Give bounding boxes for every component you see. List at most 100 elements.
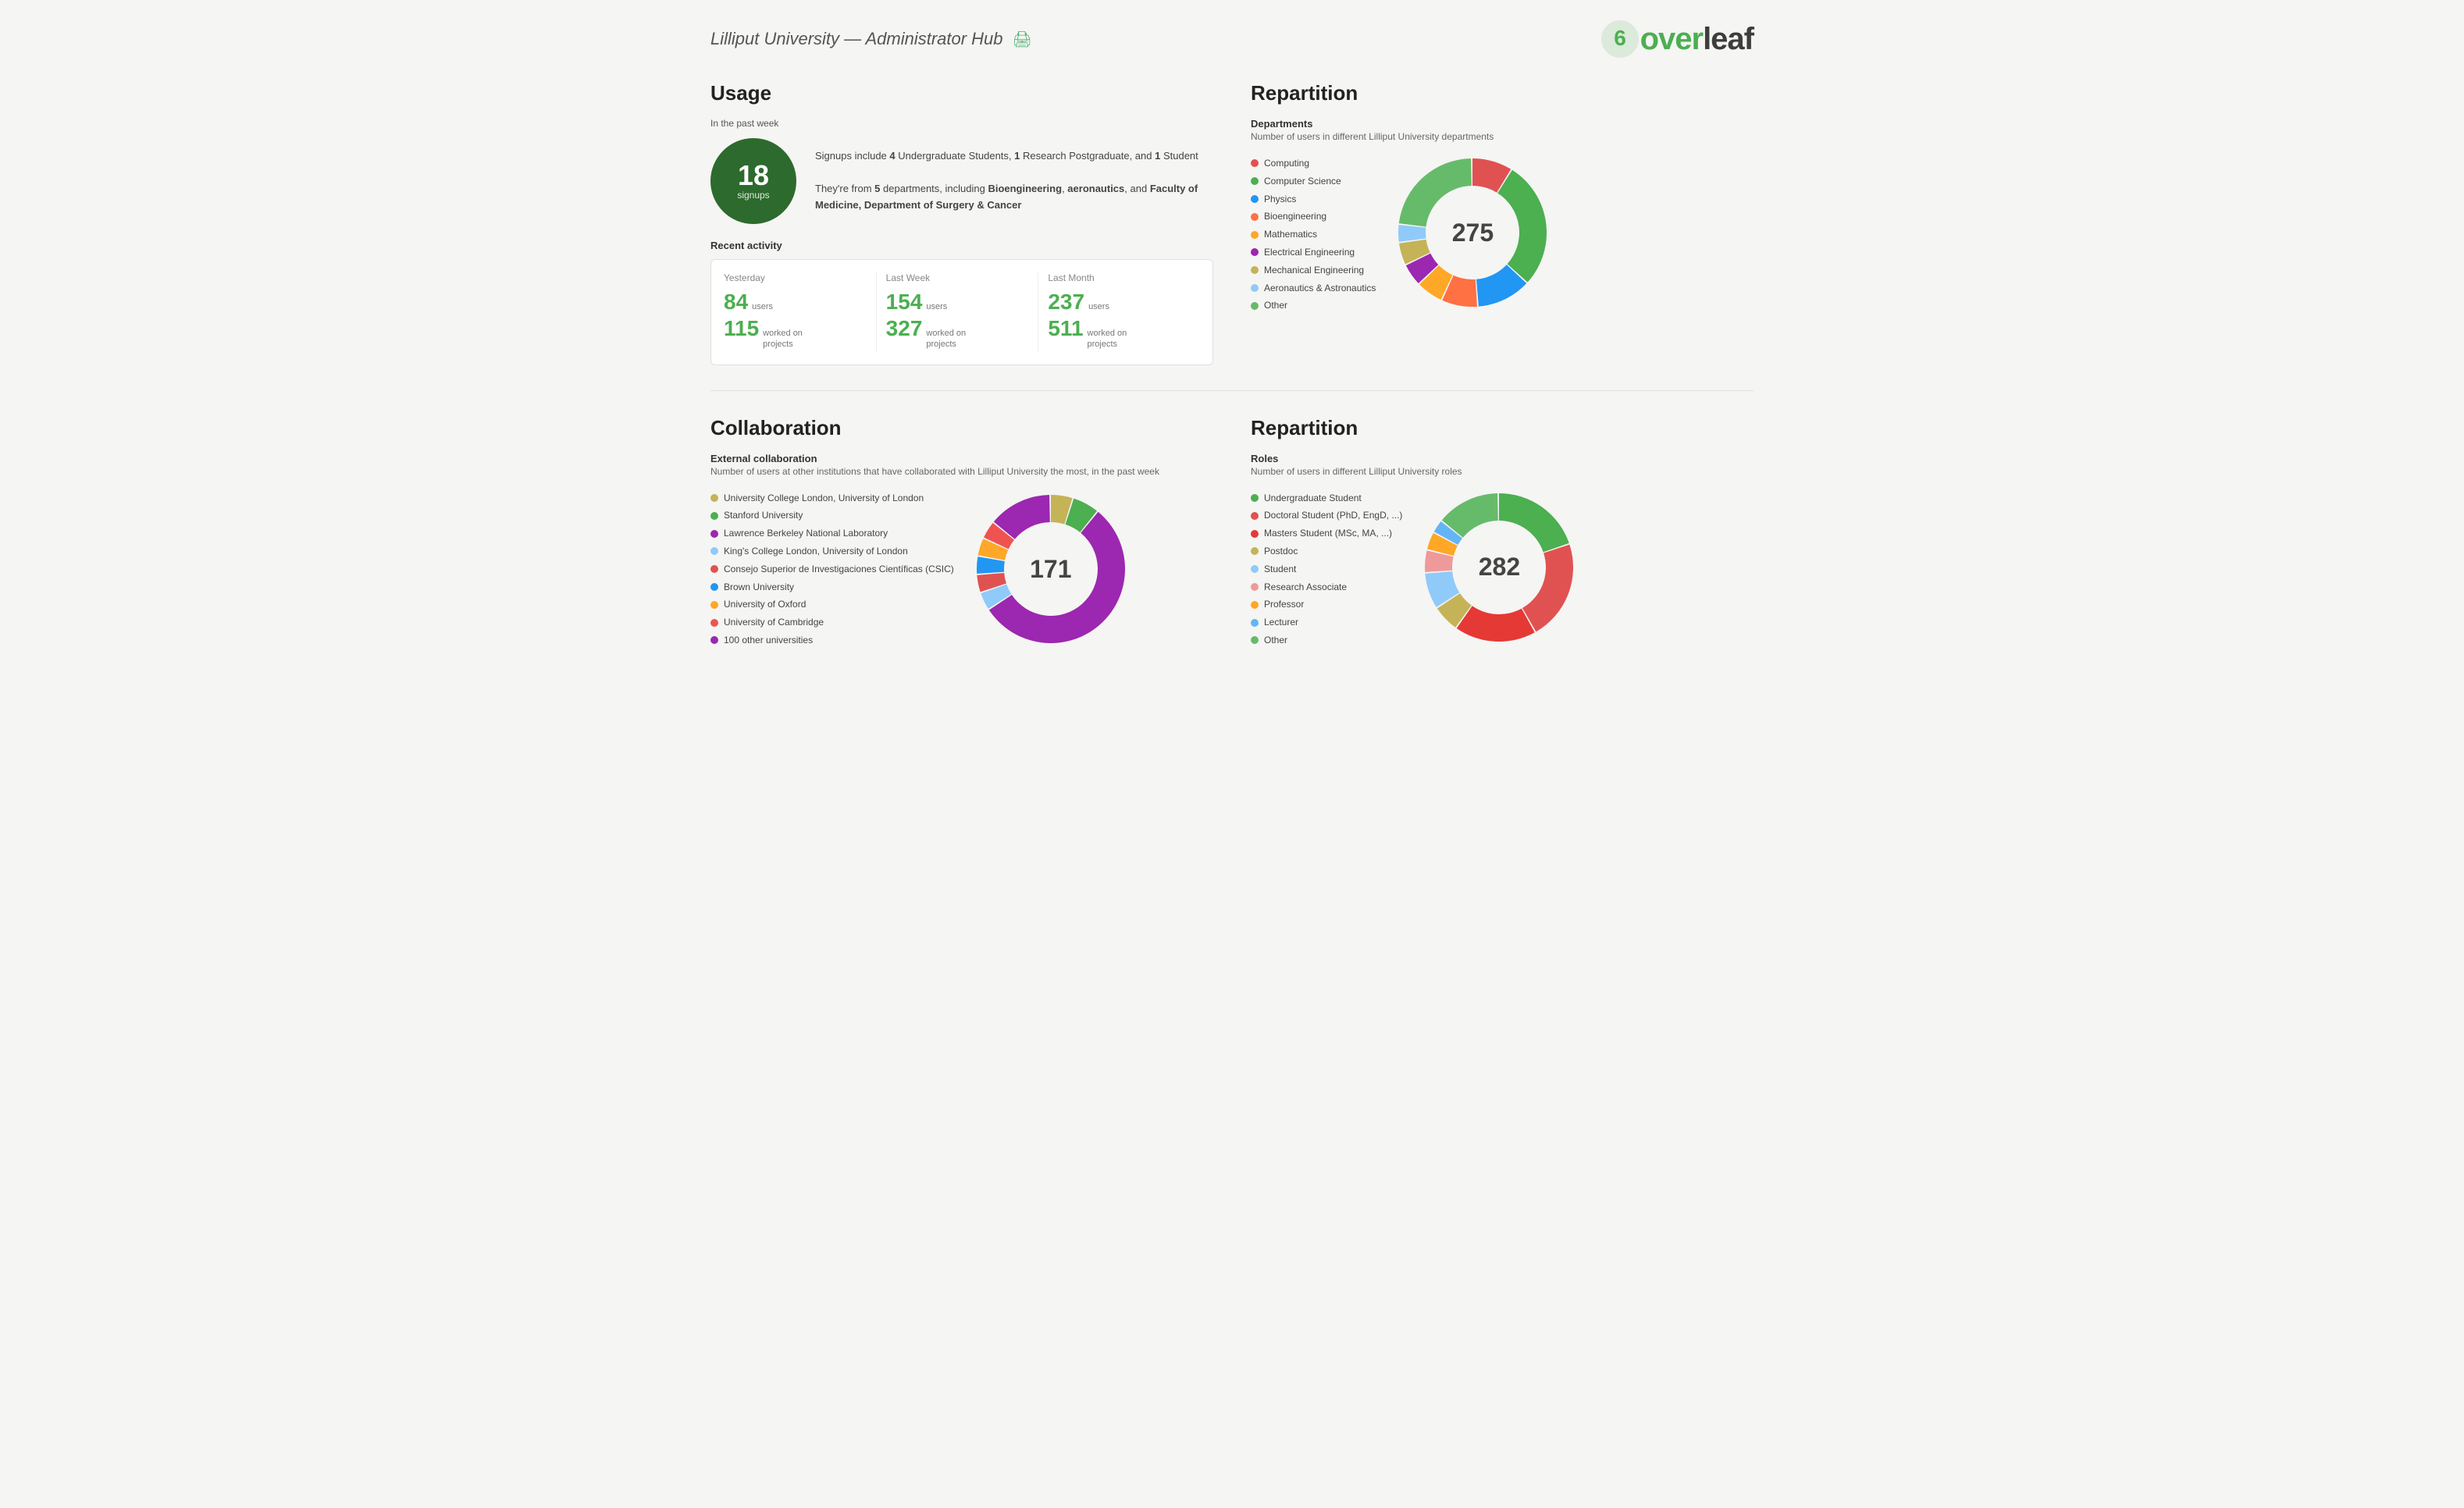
dept-legend: Computing Computer Science Physics Bioen… [1251,155,1376,315]
legend-mathematics: Mathematics [1251,226,1376,244]
research-assoc-dot [1251,583,1259,591]
legend-other-dept: Other [1251,297,1376,315]
masters-dot [1251,530,1259,538]
past-week-label: In the past week [710,118,1213,129]
physics-dot [1251,195,1259,203]
period-last-week: Last Week [886,272,1029,283]
roles-subsection-desc: Number of users in different Lilliput Un… [1251,466,1754,477]
dept-repartition-inner: Computing Computer Science Physics Bioen… [1251,155,1754,315]
computing-label: Computing [1264,155,1309,172]
dept-subsection-desc: Number of users in different Lilliput Un… [1251,131,1754,142]
lecturer-label: Lecturer [1264,614,1298,631]
lastweek-users-num: 154 [886,290,923,315]
roles-donut-wrapper: 282 [1421,489,1577,646]
legend-brown: Brown University [710,578,954,596]
collab-title: Collaboration [710,416,1213,440]
aero-label: Aeronautics & Astronautics [1264,279,1376,297]
mechanical-label: Mechanical Engineering [1264,261,1364,279]
legend-cs: Computer Science [1251,172,1376,190]
lbnl-dot [710,530,718,538]
lastweek-users-row: 154 users [886,290,1029,315]
repartition-dept-section: Repartition Departments Number of users … [1251,81,1754,365]
collab-subsection-title: External collaboration [710,453,1213,464]
student-label: Student [1264,560,1296,578]
collab-legend: University College London, University of… [710,489,954,649]
csic-label: Consejo Superior de Investigaciones Cien… [724,560,954,578]
brown-dot [710,583,718,591]
lastmonth-projects-label: worked onprojects [1088,328,1127,350]
professor-dot [1251,601,1259,609]
ucl-dot [710,494,718,502]
logo-text: overleaf [1640,22,1754,57]
legend-lecturer: Lecturer [1251,614,1402,631]
lastweek-projects-label: worked onprojects [926,328,966,350]
legend-professor: Professor [1251,596,1402,614]
collaboration-section: Collaboration External collaboration Num… [710,416,1213,649]
activity-box: Yesterday 84 users 115 worked onprojects… [710,259,1213,365]
yesterday-users-row: 84 users [724,290,867,315]
stanford-dot [710,512,718,520]
legend-aero: Aeronautics & Astronautics [1251,279,1376,297]
100others-label: 100 other universities [724,631,813,649]
masters-label: Masters Student (MSc, MA, ...) [1264,525,1392,542]
repartition-roles-section: Repartition Roles Number of users in dif… [1251,416,1754,649]
lastweek-users-label: users [926,301,947,312]
section-divider [710,390,1754,391]
doctoral-label: Doctoral Student (PhD, EngD, ...) [1264,507,1402,525]
100others-dot [710,636,718,644]
ucl-label: University College London, University of… [724,489,924,507]
mathematics-dot [1251,231,1259,239]
yesterday-projects-row: 115 worked onprojects [724,316,867,350]
mechanical-dot [1251,266,1259,274]
computing-dot [1251,159,1259,167]
roles-donut-total: 282 [1479,553,1520,582]
cs-dot [1251,177,1259,185]
legend-computing: Computing [1251,155,1376,172]
professor-label: Professor [1264,596,1304,614]
postdoc-dot [1251,547,1259,555]
collab-donut-wrapper: 171 [973,491,1129,647]
legend-physics: Physics [1251,190,1376,208]
lastmonth-projects-row: 511 worked onprojects [1048,316,1191,350]
kings-label: King's College London, University of Lon… [724,542,908,560]
legend-cambridge: University of Cambridge [710,614,954,631]
signup-label: signups [737,190,769,201]
signup-number: 18 [738,162,769,190]
electrical-label: Electrical Engineering [1264,244,1355,261]
lastweek-projects-row: 327 worked onprojects [886,316,1029,350]
collab-donut-total: 171 [1030,555,1071,584]
page-title: Lilliput University — Administrator Hub [710,29,1003,49]
legend-lbnl: Lawrence Berkeley National Laboratory [710,525,954,542]
print-icon[interactable]: 🖨 [1013,30,1032,49]
activity-yesterday: Yesterday 84 users 115 worked onprojects [724,272,877,352]
repartition-roles-title: Repartition [1251,416,1754,440]
legend-100-others: 100 other universities [710,631,954,649]
bioengineering-label: Bioengineering [1264,208,1326,226]
logo-icon: 6 [1600,19,1640,59]
legend-other-roles: Other [1251,631,1402,649]
mathematics-label: Mathematics [1264,226,1317,244]
signup-row: 18 signups Signups include 4 Undergradua… [710,138,1213,224]
legend-mechanical: Mechanical Engineering [1251,261,1376,279]
collab-inner: University College London, University of… [710,489,1213,649]
legend-oxford: University of Oxford [710,596,954,614]
legend-postdoc: Postdoc [1251,542,1402,560]
research-assoc-label: Research Associate [1264,578,1347,596]
yesterday-users-label: users [752,301,773,312]
legend-kings: King's College London, University of Lon… [710,542,954,560]
lastweek-projects-num: 327 [886,316,923,341]
undergrad-dot [1251,494,1259,502]
postdoc-label: Postdoc [1264,542,1298,560]
lastmonth-projects-num: 511 [1048,316,1083,341]
student-dot [1251,565,1259,573]
legend-undergrad: Undergraduate Student [1251,489,1402,507]
electrical-dot [1251,248,1259,256]
oxford-label: University of Oxford [724,596,806,614]
yesterday-users-num: 84 [724,290,748,315]
cambridge-dot [710,619,718,627]
period-last-month: Last Month [1048,272,1191,283]
other-roles-dot [1251,636,1259,644]
activity-last-month: Last Month 237 users 511 worked onprojec… [1038,272,1200,352]
repartition-dept-title: Repartition [1251,81,1754,105]
signup-circle: 18 signups [710,138,796,224]
